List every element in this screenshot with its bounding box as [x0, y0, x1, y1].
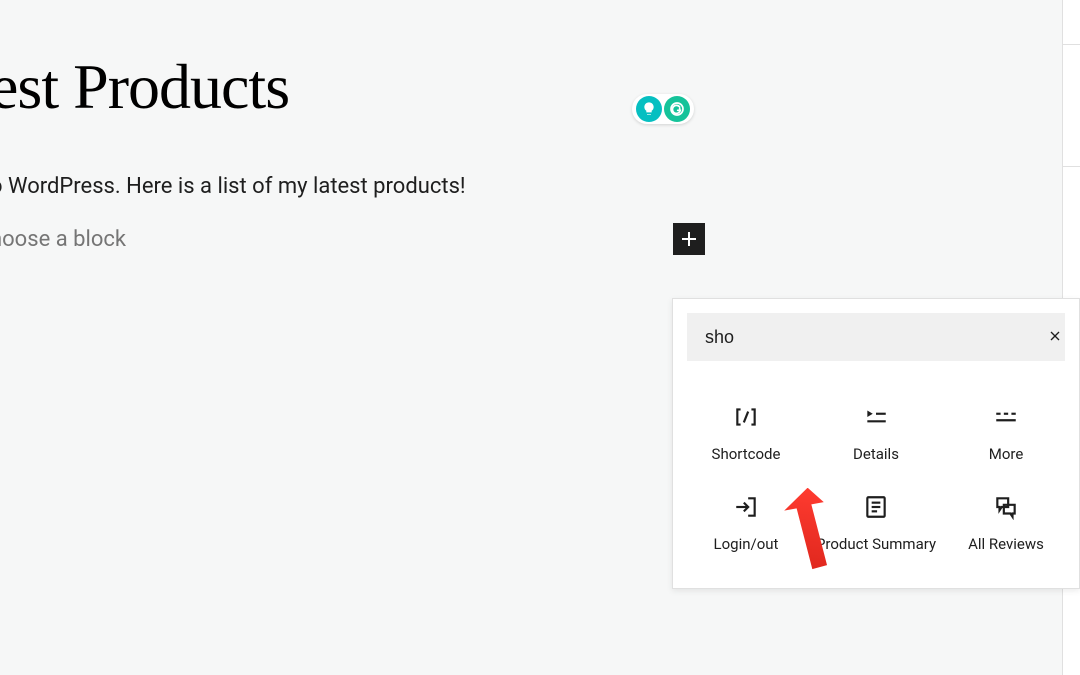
block-item-more[interactable]: More [941, 389, 1071, 479]
close-icon [1047, 328, 1063, 344]
plus-icon [677, 227, 701, 251]
blocks-grid: Shortcode Details More Login/out Product… [673, 361, 1079, 588]
page-title[interactable]: est Products [0, 50, 1080, 124]
clear-search-button[interactable] [1047, 324, 1063, 350]
grammarly-icon[interactable] [664, 96, 690, 122]
block-item-details[interactable]: Details [811, 389, 941, 479]
details-icon [862, 403, 890, 431]
block-search-input[interactable] [687, 313, 1065, 361]
block-label: Shortcode [712, 445, 781, 465]
block-item-product-summary[interactable]: Product Summary [811, 479, 941, 569]
block-item-all-reviews[interactable]: All Reviews [941, 479, 1071, 569]
block-label: More [989, 445, 1024, 465]
add-block-button[interactable] [673, 223, 705, 255]
block-label: Login/out [714, 535, 779, 555]
assistant-bulb-icon[interactable] [636, 96, 662, 122]
assistant-pills [632, 94, 694, 124]
block-placeholder[interactable]: hoose a block [0, 227, 126, 252]
block-inserter-panel: Shortcode Details More Login/out Product… [672, 298, 1080, 589]
block-label: Product Summary [816, 535, 936, 555]
more-icon [992, 403, 1020, 431]
editor-canvas: est Products o WordPress. Here is a list… [0, 0, 1080, 255]
reviews-icon [992, 493, 1020, 521]
intro-paragraph[interactable]: o WordPress. Here is a list of my latest… [0, 174, 1080, 199]
block-item-shortcode[interactable]: Shortcode [681, 389, 811, 479]
block-label: Details [853, 445, 899, 465]
block-item-login-out[interactable]: Login/out [681, 479, 811, 569]
new-block-row: hoose a block [0, 223, 1080, 255]
search-wrap [673, 299, 1079, 361]
login-icon [732, 493, 760, 521]
product-summary-icon [862, 493, 890, 521]
shortcode-icon [732, 403, 760, 431]
block-label: All Reviews [968, 535, 1044, 555]
